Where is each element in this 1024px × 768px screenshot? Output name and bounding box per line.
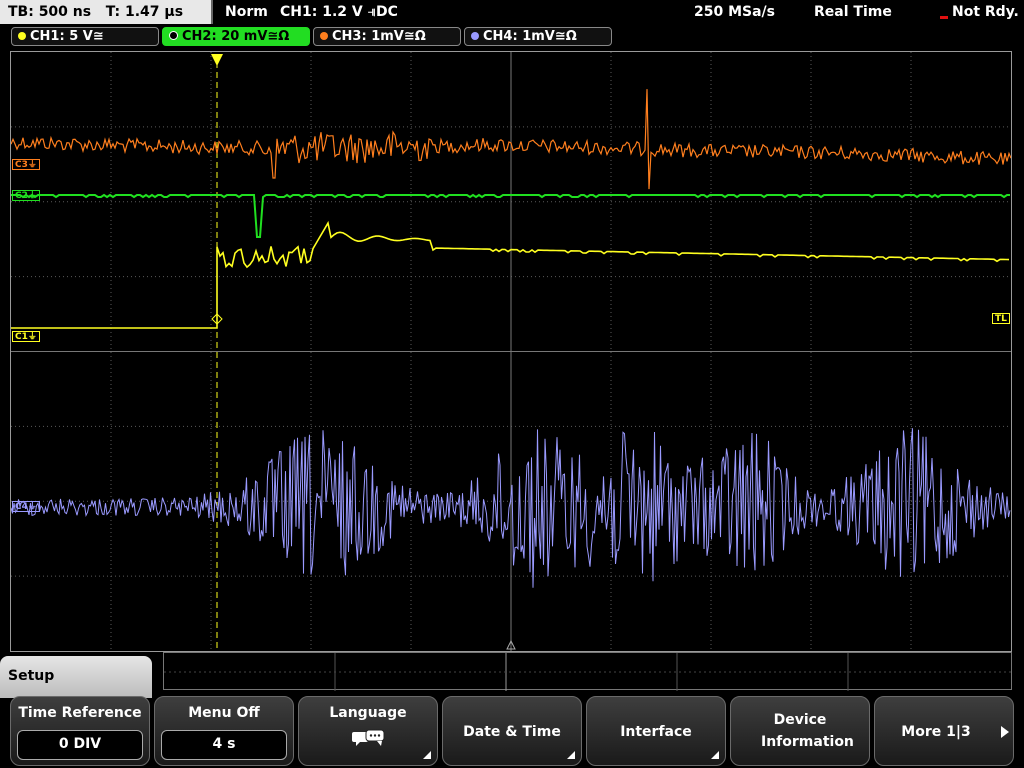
trigger-position-marker-icon: [211, 54, 223, 66]
tab-ch1[interactable]: CH1: 5 V≅: [11, 27, 159, 46]
ch1-waveform: [11, 220, 1010, 329]
menu-off-value: 4 s: [161, 730, 287, 760]
info-strip: [163, 652, 1013, 691]
date-time-softkey[interactable]: Date & Time: [442, 696, 582, 766]
tab-ch3[interactable]: CH3: 1mV≅Ω: [313, 27, 461, 46]
ch2-label: CH2: 20 mV≅Ω: [182, 29, 290, 44]
tab-ch2[interactable]: CH2: 20 mV≅Ω: [162, 27, 310, 46]
more-softkey[interactable]: More 1|3: [874, 696, 1014, 766]
time-reference-softkey[interactable]: Time Reference 0 DIV: [10, 696, 150, 766]
ch2-offset-marker[interactable]: C2⏚: [12, 190, 40, 201]
date-time-label: Date & Time: [463, 724, 561, 740]
menu-off-softkey[interactable]: Menu Off 4 s: [154, 696, 294, 766]
ch4-dot-icon: [471, 32, 479, 40]
info-strip-grid: [164, 653, 1013, 691]
interface-softkey[interactable]: Interface: [586, 696, 726, 766]
ch3-label: CH3: 1mV≅Ω: [332, 29, 426, 44]
submenu-indicator-icon: [423, 751, 431, 759]
trigger-level-marker[interactable]: TL: [992, 313, 1010, 324]
time-reference-label: Time Reference: [18, 705, 142, 721]
ch1-label: CH1: 5 V≅: [30, 29, 104, 44]
waveform-display[interactable]: [10, 51, 1012, 652]
time-reference-value: 0 DIV: [17, 730, 143, 760]
device-information-softkey[interactable]: Device Information: [730, 696, 870, 766]
acquisition-status: Not Rdy.: [952, 4, 1019, 20]
interface-label: Interface: [620, 724, 692, 740]
waveform-canvas: [11, 52, 1011, 651]
ch4-offset-marker[interactable]: C4⏚: [12, 501, 40, 512]
ch1-dot-icon: [18, 32, 26, 40]
submenu-indicator-icon: [567, 751, 575, 759]
menu-off-label: Menu Off: [188, 705, 260, 721]
language-softkey[interactable]: Language: [298, 696, 438, 766]
sample-rate: 250 MSa/s: [694, 4, 776, 20]
submenu-indicator-icon: [711, 751, 719, 759]
menu-title: Setup: [0, 656, 152, 698]
ch3-dot-icon: [320, 32, 328, 40]
more-label: More 1|3: [901, 724, 971, 740]
ch4-label: CH4: 1mV≅Ω: [483, 29, 577, 44]
status-indicator: [940, 16, 948, 19]
ch2-dot-icon: [169, 31, 178, 40]
arrow-right-icon: [1001, 726, 1009, 738]
device-information-label: Device Information: [761, 712, 854, 750]
timebase-box[interactable]: TB: 500 ns T: 1.47 µs: [0, 0, 213, 24]
speech-bubbles-icon: [352, 729, 385, 746]
trigger-mode[interactable]: Norm: [225, 0, 268, 24]
tab-ch4[interactable]: CH4: 1mV≅Ω: [464, 27, 612, 46]
language-label: Language: [329, 705, 407, 721]
acquisition-mode: Real Time: [814, 4, 892, 20]
trigger-time-readout: T: 1.47 µs: [105, 4, 184, 20]
trigger-info[interactable]: CH1: 1.2 V ⫣DC: [280, 0, 398, 24]
ch3-offset-marker[interactable]: C3⏚: [12, 159, 40, 170]
ch1-offset-marker[interactable]: C1⏚: [12, 331, 40, 342]
timebase-readout: TB: 500 ns: [8, 4, 92, 20]
